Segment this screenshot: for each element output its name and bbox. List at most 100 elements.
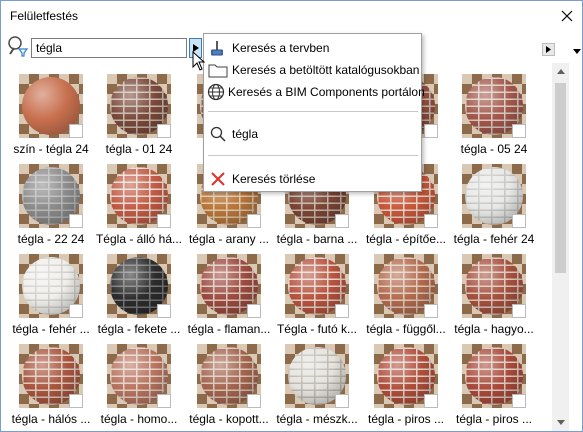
material-picker-window: Felületfestés tégla szín - tégla 24 tégl…	[0, 0, 583, 432]
material-label: tégla - arany ...	[188, 232, 270, 246]
chevron-up-icon	[556, 69, 565, 74]
selection-box	[512, 394, 526, 408]
material-label: tégla - hagyo...	[454, 322, 534, 336]
material-preview	[462, 164, 526, 228]
material-preview	[462, 254, 526, 318]
material-label: Tégla - futó k...	[276, 322, 358, 336]
selection-box	[512, 124, 526, 138]
menu-item-label: Keresés a tervben	[232, 41, 330, 55]
title-bar: Felületfestés	[1, 1, 582, 31]
search-input[interactable]	[31, 38, 187, 58]
material-tile[interactable]: tégla - fehér 24	[448, 158, 534, 250]
chevron-down-icon	[556, 420, 565, 425]
material-preview	[462, 74, 526, 138]
material-label: szín - tégla 24	[13, 142, 89, 156]
brush-icon	[207, 37, 229, 59]
material-preview	[107, 254, 171, 318]
menu-item-clear-search[interactable]: Keresés törlése	[205, 168, 421, 190]
material-tile[interactable]: Tégla - álló há...	[93, 158, 182, 250]
selection-box	[157, 214, 171, 228]
material-tile[interactable]: tégla - mészk...	[271, 338, 358, 430]
material-label: tégla - barna ...	[276, 232, 358, 246]
close-button[interactable]	[552, 1, 582, 31]
material-label: tégla - piros ...	[367, 412, 445, 426]
material-tile[interactable]: tégla - hagyo...	[448, 248, 534, 340]
menu-item-recent-search[interactable]: tégla	[205, 123, 421, 145]
material-label: tégla - 05 24	[460, 142, 528, 156]
material-label: tégla - mészk...	[276, 412, 358, 426]
menu-item-search-bim-components[interactable]: Keresés a BIM Components portálon	[205, 81, 425, 103]
material-preview	[19, 74, 83, 138]
material-tile[interactable]: szín - tégla 24	[5, 68, 89, 160]
selection-box	[69, 214, 83, 228]
material-tile[interactable]: tégla - függől...	[360, 248, 446, 340]
material-tile[interactable]: tégla - 22 24	[5, 158, 89, 250]
material-preview	[19, 254, 83, 318]
selection-box	[69, 394, 83, 408]
material-tile[interactable]: tégla - 05 24	[448, 68, 532, 160]
material-label: tégla - homo...	[100, 412, 178, 426]
menu-item-label: tégla	[232, 127, 259, 141]
selection-box	[335, 394, 349, 408]
material-label: tégla - hálós ...	[11, 412, 91, 426]
material-tile[interactable]: tégla - 01 24	[93, 68, 177, 160]
menu-item-label: Keresés törlése	[232, 172, 316, 186]
selection-box	[157, 124, 171, 138]
selection-box	[247, 304, 261, 318]
material-label: tégla - 01 24	[105, 142, 173, 156]
material-tile[interactable]: tégla - kopott...	[183, 338, 269, 430]
selection-box	[512, 214, 526, 228]
selection-box	[69, 124, 83, 138]
material-label: tégla - kopott...	[189, 412, 269, 426]
material-tile[interactable]: tégla - fekete ...	[93, 248, 180, 340]
material-label: tégla - építőe...	[365, 232, 447, 246]
material-preview	[374, 254, 438, 318]
close-icon	[561, 10, 573, 22]
material-preview	[107, 74, 171, 138]
selection-box	[335, 214, 349, 228]
material-label: tégla - 22 24	[17, 232, 85, 246]
scroll-right-button[interactable]	[542, 43, 555, 56]
material-label: tégla - fekete ...	[97, 322, 181, 336]
menu-item-label: Keresés a betöltött katalógusokban	[232, 63, 420, 77]
selection-box	[512, 304, 526, 318]
chevron-down-icon	[573, 49, 581, 54]
material-label: Tégla - álló há...	[95, 232, 183, 246]
menu-item-search-in-project[interactable]: Keresés a tervben	[205, 37, 421, 59]
selection-box	[157, 394, 171, 408]
menu-item-search-loaded-libraries[interactable]: Keresés a betöltött katalógusokban	[205, 59, 421, 81]
folder-icon	[207, 59, 229, 81]
scroll-up-button[interactable]	[552, 63, 569, 80]
material-label: tégla - piros ...	[455, 412, 533, 426]
material-tile[interactable]: Tégla - futó k...	[271, 248, 357, 340]
material-preview	[19, 344, 83, 408]
selection-box	[424, 304, 438, 318]
material-tile[interactable]: tégla - piros ...	[360, 338, 444, 430]
globe-icon	[207, 81, 225, 103]
material-label: tégla - függől...	[366, 322, 446, 336]
menu-separator	[208, 155, 418, 156]
selection-box	[157, 304, 171, 318]
material-tile[interactable]: tégla - flaman...	[183, 248, 270, 340]
scroll-down-button[interactable]	[552, 414, 569, 431]
material-tile[interactable]: tégla - fehér ...	[5, 248, 90, 340]
scroll-thumb[interactable]	[555, 83, 566, 273]
menu-separator	[208, 111, 418, 112]
vertical-scrollbar[interactable]	[552, 63, 569, 431]
selection-box	[424, 394, 438, 408]
triangle-right-icon	[546, 46, 551, 53]
overflow-menu-button[interactable]	[573, 43, 581, 57]
material-label: tégla - fehér ...	[12, 322, 90, 336]
material-preview	[19, 164, 83, 228]
window-title: Felületfestés	[10, 9, 79, 23]
search-filter-icon[interactable]	[6, 34, 30, 58]
material-label: tégla - flaman...	[187, 322, 271, 336]
material-tile[interactable]: tégla - hálós ...	[5, 338, 90, 430]
selection-box	[424, 124, 438, 138]
selection-box	[247, 394, 261, 408]
material-preview	[462, 344, 526, 408]
mouse-cursor-icon	[192, 50, 206, 74]
material-tile[interactable]: tégla - piros ...	[448, 338, 532, 430]
material-tile[interactable]: tégla - homo...	[93, 338, 177, 430]
material-preview	[285, 344, 349, 408]
